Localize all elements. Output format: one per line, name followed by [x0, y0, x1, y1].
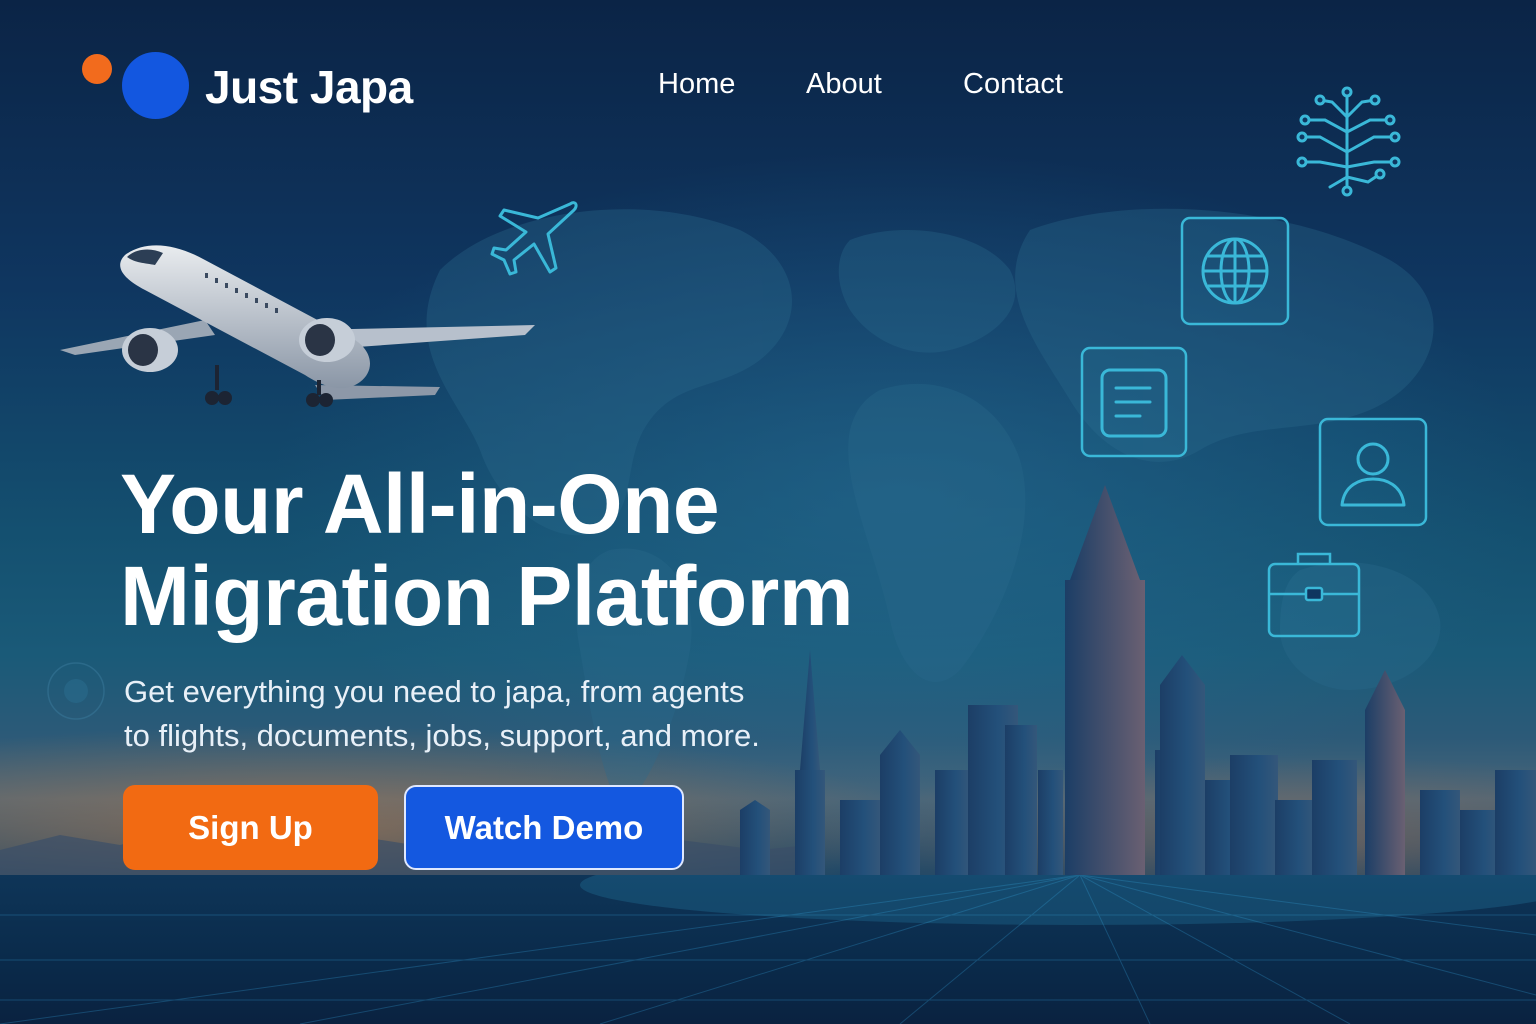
user-profile-icon [1318, 417, 1428, 527]
ground-grid [0, 875, 1536, 1024]
hero-subtitle: Get everything you need to japa, from ag… [124, 670, 844, 758]
nav-home-link[interactable]: Home [658, 68, 735, 101]
hero-title-line-2: Migration Platform [120, 549, 854, 643]
briefcase-icon [1267, 552, 1361, 638]
network-tree-icon [1296, 86, 1401, 197]
decorative-ring [47, 662, 105, 720]
logo-blue-dot [122, 52, 189, 119]
hero-title-line-1: Your All-in-One [120, 457, 720, 551]
document-icon [1080, 346, 1188, 458]
hero-subtitle-line-1: Get everything you need to japa, from ag… [124, 674, 745, 709]
hero-subtitle-line-2: to flights, documents, jobs, support, an… [124, 718, 760, 753]
nav-about-link[interactable]: About [806, 68, 882, 101]
nav-contact-link[interactable]: Contact [963, 68, 1063, 101]
watch-demo-button[interactable]: Watch Demo [404, 785, 684, 870]
logo-orange-dot [82, 54, 112, 84]
landing-page: Just Japa Home About Contact Your All-in… [0, 0, 1536, 1024]
sign-up-button[interactable]: Sign Up [123, 785, 378, 870]
hero-title: Your All-in-One Migration Platform [120, 458, 1020, 642]
globe-icon [1180, 216, 1290, 326]
brand-name: Just Japa [205, 61, 413, 113]
airplane-outline-icon [490, 201, 578, 276]
airplane-illustration [60, 245, 535, 407]
